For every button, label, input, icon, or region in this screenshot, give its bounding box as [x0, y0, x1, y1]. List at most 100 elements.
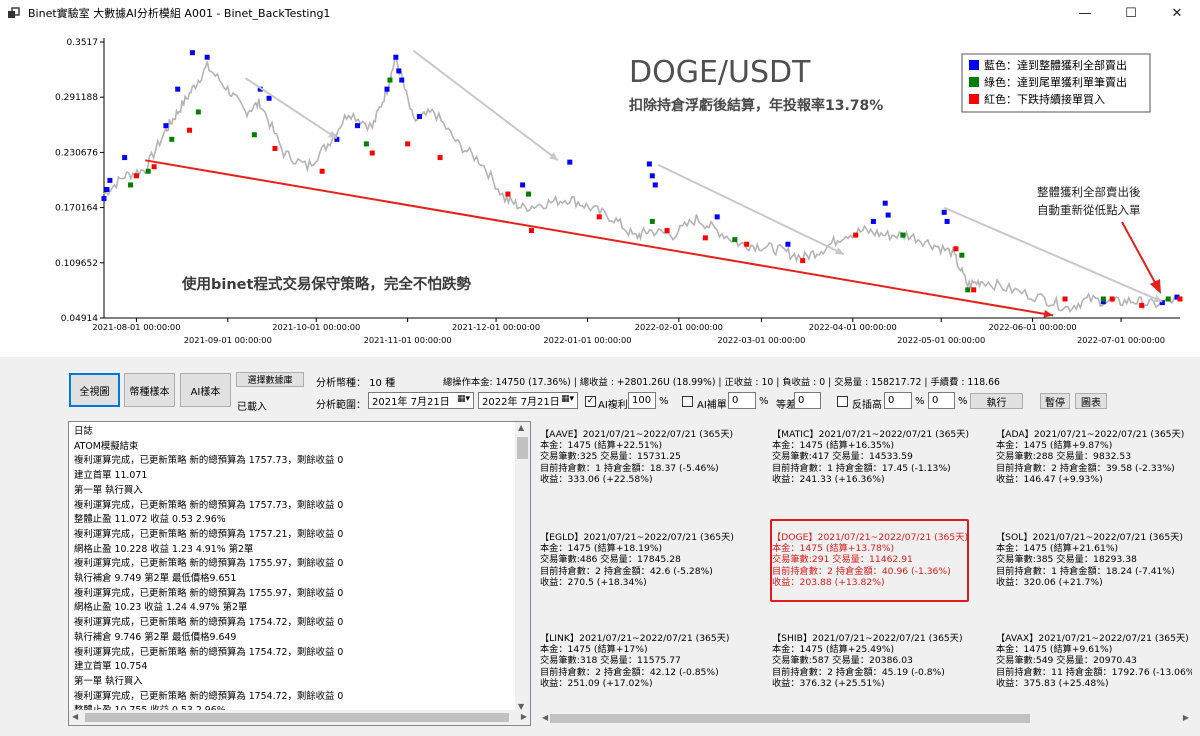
scroll-right-icon[interactable]: ▶: [1183, 713, 1189, 722]
x-tick-label: 2022-06-01 00:00:00: [989, 322, 1077, 332]
compound-input[interactable]: 100: [628, 392, 656, 409]
blue-marker: [175, 86, 181, 92]
range-label: 分析範圍：: [316, 400, 366, 411]
percent-label: %: [659, 396, 669, 407]
trend-hint-arrow: [244, 77, 338, 140]
all-view-button[interactable]: 全視圖: [69, 373, 120, 407]
arrow-head-icon: [1150, 279, 1161, 294]
log-line: 複利運算完成，已更新策略 新的總預算為 1754.72，剩餘收益 0: [74, 690, 344, 702]
blue-marker: [941, 209, 947, 215]
log-line: 執行補倉 9.749 第2單 最低價格9.651: [74, 573, 237, 585]
close-button[interactable]: ✕: [1154, 0, 1200, 26]
pause-button[interactable]: 暫停: [1040, 393, 1070, 409]
y-tick-label: 0.109652: [55, 259, 98, 269]
scroll-right-icon[interactable]: ▶: [521, 712, 527, 721]
blue-marker: [189, 50, 195, 56]
log-horizontal-scrollbar[interactable]: ◀ ▶: [69, 710, 530, 725]
date-from-value: 2021年 7月21日: [372, 397, 450, 408]
log-line: 執行補倉 9.746 第2單 最低價格9.649: [74, 631, 237, 643]
chart-panel: 0.3517 0.291188 0.230676 0.170164 0.109652 0.…: [0, 26, 1200, 357]
ai-fill-checkbox[interactable]: [682, 396, 693, 407]
ai-sample-button[interactable]: AI樣本: [180, 373, 231, 407]
red-marker: [1139, 302, 1145, 308]
app-icon: [8, 7, 20, 19]
blue-marker: [785, 241, 791, 247]
green-marker: [128, 182, 134, 188]
result-card-line: 目前持倉數：1 持倉金額：18.24 (-7.41%): [996, 565, 1175, 577]
scroll-left-icon[interactable]: ◀: [72, 712, 78, 721]
result-card-line: 交易筆數:549 交易量：20970.43: [996, 655, 1137, 667]
scroll-left-icon[interactable]: ◀: [542, 713, 548, 722]
scroll-thumb[interactable]: [517, 437, 528, 459]
red-marker: [664, 228, 670, 234]
log-line: 第一單 執行買入: [74, 675, 143, 687]
reverse-checkbox[interactable]: [837, 396, 848, 407]
date-to-picker[interactable]: 2022年 7月21日 ▦▾: [478, 392, 578, 409]
percent-label: %: [915, 396, 925, 407]
result-card-line: 本金：1475 (結算+17%): [540, 644, 648, 656]
log-line: 整體止盈 11.072 收益 0.53 2.96%: [74, 514, 226, 526]
date-from-picker[interactable]: 2021年 7月21日 ▦▾: [368, 392, 474, 409]
chart-button[interactable]: 圖表: [1075, 393, 1107, 409]
scroll-thumb[interactable]: [550, 714, 1030, 723]
green-marker: [169, 136, 175, 142]
result-card-line: 目前持倉數：1 持倉金額：18.37 (-5.46%): [540, 462, 719, 474]
blue-marker: [122, 155, 128, 161]
calendar-dropdown-icon[interactable]: ▦▾: [561, 394, 574, 404]
summary-stats: 總操作本金: 14750 (17.36%) | 總收益 : +2801.26U …: [443, 377, 1000, 388]
minimize-button[interactable]: —: [1062, 0, 1108, 26]
chart-title: DOGE/USDT: [629, 55, 811, 90]
results-horizontal-scrollbar[interactable]: ◀ ▶: [540, 711, 1192, 726]
blue-marker: [355, 123, 361, 129]
blue-marker: [204, 54, 210, 60]
red-marker: [528, 228, 534, 234]
log-line: ATOM模擬結束: [74, 440, 139, 452]
trend-hint-arrow: [412, 50, 559, 162]
reverse-input-1[interactable]: 0: [884, 392, 912, 409]
percent-label: %: [759, 396, 769, 407]
log-line: 複利運算完成，已更新策略 新的總預算為 1755.97，剩餘收益 0: [74, 587, 344, 599]
equal-diff-label: 等差: [776, 400, 796, 411]
select-database-button[interactable]: 選擇數據庫: [236, 372, 304, 387]
ai-compound-checkbox[interactable]: ✓: [585, 396, 596, 407]
legend-label: 藍色：達到整體獲利全部賣出: [984, 58, 1127, 72]
run-button[interactable]: 執行: [970, 393, 1023, 409]
log-line: 複利運算完成，已更新策略 新的總預算為 1757.73，剩餘收益 0: [74, 455, 344, 467]
loaded-label: 已載入: [237, 402, 267, 413]
log-vertical-scrollbar[interactable]: ▲ ▼: [515, 422, 530, 712]
result-card-line: 交易筆數:417 交易量：14533.59: [772, 451, 913, 463]
result-card-line: 目前持倉數：2 持倉金額：45.19 (-0.8%): [772, 666, 945, 678]
red-marker: [319, 168, 325, 174]
legend-swatch: [969, 94, 979, 104]
blue-marker: [649, 173, 655, 179]
result-card-title: 【SOL】2021/07/21~2022/07/21 (365天): [996, 532, 1183, 543]
coin-count-label: 分析幣種： 10 種: [316, 378, 396, 389]
green-marker: [959, 252, 965, 258]
x-tick-label: 2022-02-01 00:00:00: [635, 322, 723, 332]
log-textbox[interactable]: 日誌 ATOM模擬結束 複利運算完成，已更新策略 新的總預算為 1757.73，剩餘…: [68, 421, 531, 726]
result-card-title: 【LINK】2021/07/21~2022/07/21 (365天): [540, 633, 730, 644]
legend-swatch: [969, 60, 979, 70]
scroll-up-icon[interactable]: ▲: [518, 423, 524, 432]
blue-marker: [870, 218, 876, 224]
coin-sample-button[interactable]: 幣種樣本: [124, 373, 175, 407]
ai-fill-input[interactable]: 0: [728, 392, 756, 409]
equal-diff-input[interactable]: 0: [794, 392, 821, 409]
scroll-thumb[interactable]: [85, 713, 509, 722]
red-marker: [186, 127, 192, 133]
log-line: 複利運算完成，已更新策略 新的總預算為 1754.72，剩餘收益 0: [74, 646, 344, 658]
maximize-button[interactable]: ☐: [1108, 0, 1154, 26]
reverse-input-2[interactable]: 0: [928, 392, 955, 409]
result-card-line: 交易筆數:288 交易量：9832.53: [996, 451, 1132, 463]
log-line: 複利運算完成，已更新策略 新的總預算為 1754.72，剩餘收益 0: [74, 617, 344, 629]
blue-marker: [944, 218, 950, 224]
blue-marker: [266, 95, 272, 101]
blue-marker: [384, 86, 390, 92]
result-card-line: 本金：1475 (結算+22.51%): [540, 440, 663, 452]
red-annotation-arrow: [1121, 221, 1159, 289]
result-card-title: 【AVAX】2021/07/21~2022/07/21 (365天): [996, 633, 1189, 644]
green-marker: [732, 237, 738, 243]
x-tick-label: 2021-08-01 00:00:00: [92, 322, 180, 332]
result-card-title: 【ADA】2021/07/21~2022/07/21 (365天): [996, 429, 1185, 440]
calendar-dropdown-icon[interactable]: ▦▾: [457, 394, 470, 404]
